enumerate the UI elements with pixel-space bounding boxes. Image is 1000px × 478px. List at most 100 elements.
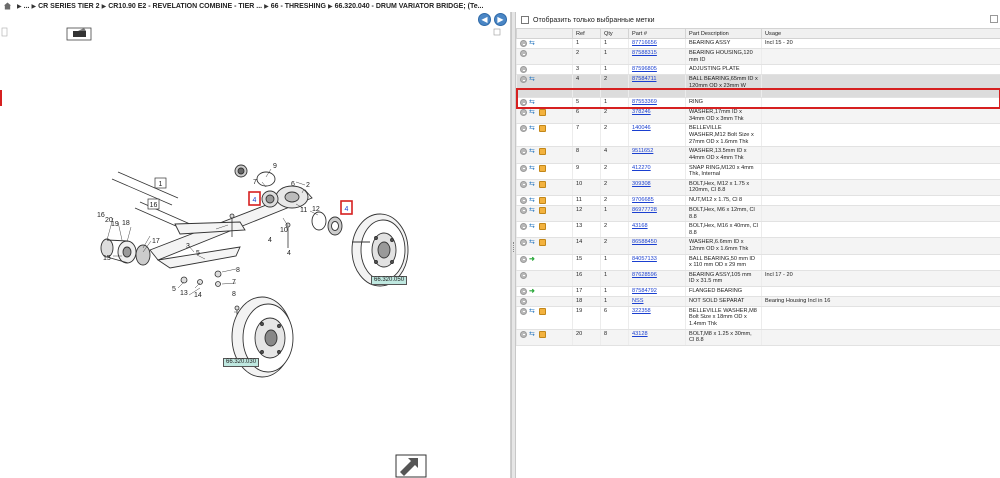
add-to-cart-icon[interactable]	[520, 287, 527, 295]
package-icon[interactable]	[539, 180, 546, 188]
add-to-cart-icon[interactable]	[520, 330, 527, 338]
part-number-link[interactable]: 309308	[632, 181, 651, 187]
show-selected-checkbox[interactable]	[521, 16, 529, 24]
part-number-link[interactable]: 84057133	[632, 256, 657, 262]
package-icon[interactable]	[539, 109, 546, 117]
package-icon[interactable]	[539, 239, 546, 247]
add-to-cart-icon[interactable]	[520, 99, 527, 107]
part-number-link[interactable]: 87584792	[632, 288, 657, 294]
print-icon[interactable]	[66, 27, 92, 41]
add-to-cart-icon[interactable]	[520, 196, 527, 204]
table-row[interactable]: ⇆ 4 2 87584711 BALL BEARING,65mm ID x 120mm …	[516, 74, 1000, 99]
callout-66-320-030[interactable]: 66.320.030	[223, 358, 260, 367]
add-to-cart-icon[interactable]	[520, 307, 527, 315]
back-button[interactable]: ◀	[478, 13, 491, 26]
replacement-icon[interactable]: ⇆	[529, 99, 537, 106]
replacement-icon[interactable]: ⇆	[529, 109, 537, 116]
replacement-icon[interactable]: ⇆	[529, 308, 537, 315]
replacement-icon[interactable]: ⇆	[529, 331, 537, 338]
package-icon[interactable]	[539, 223, 546, 231]
table-row[interactable]: ⇆ 5 1 87553369 RING	[516, 97, 1000, 109]
breadcrumb-item[interactable]: CR10.90 E2 - REVELATION COMBINE - TIER .…	[108, 3, 262, 10]
replacement-icon[interactable]: ⇆	[529, 239, 537, 246]
add-to-cart-icon[interactable]	[520, 125, 527, 133]
table-row[interactable]: 3 1 87596805 ADJUSTING PLATE	[516, 64, 1000, 76]
part-number-link[interactable]: 87596805	[632, 66, 657, 72]
replacement-icon[interactable]: ⇆	[529, 207, 537, 214]
add-to-cart-icon[interactable]	[520, 180, 527, 188]
add-to-cart-icon[interactable]	[520, 297, 527, 305]
part-number-link[interactable]: 86588450	[632, 239, 657, 245]
part-number-link[interactable]: 322358	[632, 308, 651, 314]
table-row[interactable]: ⇆ 9 2 412270 SNAP RING,M120 x 4mm Thk, Inter…	[516, 163, 1000, 180]
package-icon[interactable]	[539, 206, 546, 214]
table-row[interactable]: ⇆ 13 2 43168 BOLT,Hex, M16 x 40mm, Cl 8.8	[516, 221, 1000, 239]
replacement-icon[interactable]: ⇆	[529, 197, 537, 204]
add-to-cart-icon[interactable]	[520, 50, 527, 57]
table-row[interactable]: ➜ 17 1 87584792 FLANGED BEARING	[516, 286, 1000, 297]
add-to-cart-icon[interactable]	[520, 271, 527, 279]
replacement-icon[interactable]: ⇆	[529, 165, 537, 172]
col-description[interactable]: Part Description	[685, 28, 762, 39]
collapse-handle[interactable]	[0, 90, 2, 106]
table-row[interactable]: ⇆ 7 2 140046 BELLEVILLE WASHER,M12 Bolt Size…	[516, 123, 1000, 148]
part-number-link[interactable]: 140046	[632, 125, 651, 131]
table-row[interactable]: 16 1 87628596 BEARING ASSY,105 mm ID x 31.5…	[516, 270, 1000, 287]
package-icon[interactable]	[539, 196, 546, 204]
splitter-grip[interactable]	[513, 242, 514, 252]
replacement-icon[interactable]: ⇆	[529, 76, 537, 83]
exploded-diagram[interactable]: 1 16 9 7 6 2 11 12 10 4 16 20 19 18 17 1…	[0, 12, 511, 478]
part-number-link[interactable]: 378246	[632, 109, 651, 115]
part-number-link[interactable]: 87553369	[632, 99, 657, 105]
col-part-number[interactable]: Part #	[628, 28, 686, 39]
maximize-icon[interactable]	[990, 15, 998, 23]
substitute-arrow-icon[interactable]: ➜	[529, 256, 537, 263]
table-row[interactable]: ⇆ 12 1 86977728 BOLT,Hex, M6 x 12mm, Cl 8.8	[516, 205, 1000, 223]
table-row[interactable]: ⇆ 20 8 43128 BOLT,M8 x 1.25 x 30mm, Cl 8.8	[516, 329, 1000, 347]
part-number-link[interactable]: NSS	[632, 298, 644, 304]
breadcrumb-item[interactable]: CR SERIES TIER 2	[38, 3, 99, 10]
col-ref[interactable]: Ref	[572, 28, 601, 39]
highlight-marker[interactable]: 4	[248, 191, 261, 206]
breadcrumb-item[interactable]: 66 - THRESHING	[271, 3, 326, 10]
next-page-icon[interactable]	[395, 454, 427, 478]
part-number-link[interactable]: 412270	[632, 165, 651, 171]
package-icon[interactable]	[539, 330, 546, 338]
replacement-icon[interactable]: ⇆	[529, 223, 537, 230]
package-icon[interactable]	[539, 148, 546, 156]
table-row[interactable]: ➜ 15 1 84057133 BALL BEARING,50 mm ID x 110 …	[516, 254, 1000, 271]
replacement-icon[interactable]: ⇆	[529, 148, 537, 155]
substitute-arrow-icon[interactable]: ➜	[529, 288, 537, 295]
add-to-cart-icon[interactable]	[520, 66, 527, 74]
table-row[interactable]: ⇆ 6 2 378246 WASHER,17mm ID x 34mm OD x 3mm …	[516, 107, 1000, 125]
add-to-cart-icon[interactable]	[520, 255, 527, 263]
add-to-cart-icon[interactable]	[520, 164, 527, 172]
add-to-cart-icon[interactable]	[520, 76, 527, 84]
breadcrumb-item[interactable]: ...	[24, 3, 30, 10]
table-row[interactable]: 18 1 NSS NOT SOLD SEPARAT Bearing Housing In…	[516, 296, 1000, 307]
part-number-link[interactable]: 86977728	[632, 207, 657, 213]
add-to-cart-icon[interactable]	[520, 109, 527, 117]
part-number-link[interactable]: 43168	[632, 223, 648, 229]
add-to-cart-icon[interactable]	[520, 148, 527, 156]
part-number-link[interactable]: 9511652	[632, 148, 653, 154]
add-to-cart-icon[interactable]	[520, 206, 527, 214]
table-row[interactable]: ⇆ 1 1 87716656 BEARING ASSY Incl 15 - 20	[516, 38, 1000, 49]
col-usage[interactable]: Usage	[761, 28, 1000, 39]
table-row[interactable]: ⇆ 11 2 9706685 NUT,M12 x 1.75, Cl 8	[516, 195, 1000, 206]
package-icon[interactable]	[539, 164, 546, 172]
highlight-marker[interactable]: 4	[340, 200, 353, 215]
package-icon[interactable]	[539, 307, 546, 315]
part-number-link[interactable]: 87588315	[632, 50, 657, 56]
add-to-cart-icon[interactable]	[520, 239, 527, 247]
add-to-cart-icon[interactable]	[520, 223, 527, 231]
part-number-link[interactable]: 87584711	[632, 76, 656, 82]
table-row[interactable]: ⇆ 19 6 322358 BELLEVILLE WASHER,M8 Bolt Size…	[516, 306, 1000, 330]
home-icon[interactable]	[3, 2, 12, 10]
table-row[interactable]: 2 1 87588315 BEARING HOUSING,120 mm ID	[516, 48, 1000, 66]
part-number-link[interactable]: 87628596	[632, 272, 657, 278]
table-row[interactable]: ⇆ 10 2 309308 BOLT,Hex, M12 x 1.75 x 120mm, …	[516, 179, 1000, 196]
forward-button[interactable]: ▶	[494, 13, 507, 26]
add-to-cart-icon[interactable]	[520, 40, 527, 47]
col-qty[interactable]: Qty	[600, 28, 629, 39]
